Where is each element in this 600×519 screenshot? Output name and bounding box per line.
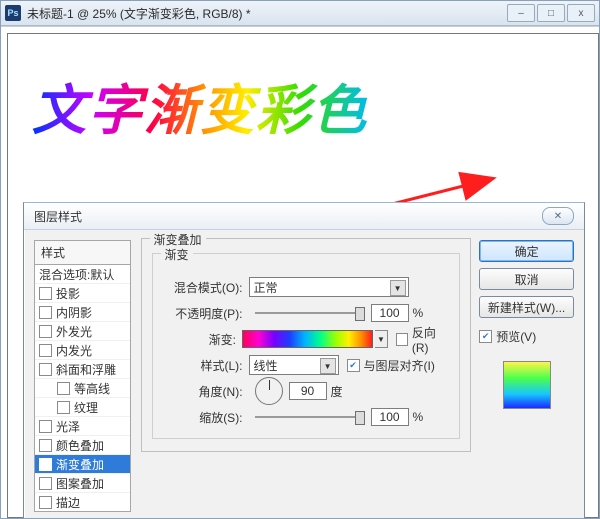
style-row-inner-shadow[interactable]: 内阴影 xyxy=(35,303,130,322)
chevron-down-icon: ▼ xyxy=(390,280,406,296)
style-checkbox-pattern-overlay[interactable] xyxy=(39,477,52,490)
opacity-unit: % xyxy=(413,306,424,320)
scale-label: 缩放(S): xyxy=(163,409,249,426)
angle-input[interactable]: 90 xyxy=(289,382,327,400)
style-row-inner-glow[interactable]: 内发光 xyxy=(35,341,130,360)
style-label: 渐变叠加 xyxy=(56,456,104,473)
inner-caption: 渐变 xyxy=(161,246,193,263)
styles-list: 混合选项:默认投影内阴影外发光内发光斜面和浮雕等高线纹理光泽颜色叠加 ✔ 渐变叠加图… xyxy=(34,264,131,512)
style-checkbox-contour[interactable] xyxy=(57,382,70,395)
angle-label: 角度(N): xyxy=(163,383,249,400)
style-label: 图案叠加 xyxy=(56,475,104,492)
style-label: 光泽 xyxy=(56,418,80,435)
style-label: 等高线 xyxy=(74,380,110,397)
align-checkbox[interactable]: ✔ xyxy=(347,359,360,372)
window-title: 未标题-1 @ 25% (文字渐变彩色, RGB/8) * xyxy=(27,5,507,22)
chevron-down-icon: ▼ xyxy=(320,358,336,374)
app-window: Ps 未标题-1 @ 25% (文字渐变彩色, RGB/8) * – □ x 文… xyxy=(0,0,600,519)
style-row-texture[interactable]: 纹理 xyxy=(35,398,130,417)
style-row-gradient-overlay[interactable]: ✔ 渐变叠加 xyxy=(35,455,130,474)
style-checkbox-texture[interactable] xyxy=(57,401,70,414)
gradient-overlay-group: 渐变叠加 渐变 混合模式(O): 正常 ▼ 不透 xyxy=(141,238,472,452)
style-row-satin[interactable]: 光泽 xyxy=(35,417,130,436)
style-label: 描边 xyxy=(56,494,80,511)
style-checkbox-color-overlay[interactable] xyxy=(39,439,52,452)
reverse-checkbox[interactable] xyxy=(396,333,408,346)
window-minimize-button[interactable]: – xyxy=(507,4,535,22)
angle-unit: 度 xyxy=(331,383,343,400)
style-select[interactable]: 线性 ▼ xyxy=(249,355,339,375)
style-checkbox-inner-shadow[interactable] xyxy=(39,306,52,319)
style-value: 线性 xyxy=(254,357,278,374)
ok-button[interactable]: 确定 xyxy=(479,240,574,262)
style-row-blend-defaults[interactable]: 混合选项:默认 xyxy=(35,265,130,284)
style-checkbox-inner-glow[interactable] xyxy=(39,344,52,357)
style-checkbox-satin[interactable] xyxy=(39,420,52,433)
window-titlebar: Ps 未标题-1 @ 25% (文字渐变彩色, RGB/8) * – □ x xyxy=(1,1,599,26)
style-row-drop-shadow[interactable]: 投影 xyxy=(35,284,130,303)
layer-style-dialog: 图层样式 ✕ 样式 混合选项:默认投影内阴影外发光内发光斜面和浮雕等高线纹理光泽… xyxy=(23,202,585,519)
window-close-button[interactable]: x xyxy=(567,4,595,22)
settings-panel: 渐变叠加 渐变 混合模式(O): 正常 ▼ 不透 xyxy=(137,230,480,519)
style-row-pattern-overlay[interactable]: 图案叠加 xyxy=(35,474,130,493)
document-canvas[interactable]: 文字渐变彩色 图层样式 ✕ 样式 混合选项:默认投影内阴影外发光内发光斜面和浮雕… xyxy=(1,26,599,518)
opacity-label: 不透明度(P): xyxy=(163,305,249,322)
blend-mode-value: 正常 xyxy=(254,279,278,296)
style-label: 内阴影 xyxy=(56,304,92,321)
preview-checkbox[interactable]: ✔ xyxy=(479,330,492,343)
style-label: 样式(L): xyxy=(163,357,249,374)
new-style-button[interactable]: 新建样式(W)... xyxy=(479,296,574,318)
style-checkbox-drop-shadow[interactable] xyxy=(39,287,52,300)
preview-label: 预览(V) xyxy=(496,328,536,345)
style-checkbox-stroke[interactable] xyxy=(39,496,52,509)
align-label: 与图层对齐(I) xyxy=(364,357,435,374)
blend-mode-label: 混合模式(O): xyxy=(163,279,249,296)
style-label: 斜面和浮雕 xyxy=(56,361,116,378)
style-label: 颜色叠加 xyxy=(56,437,104,454)
dialog-close-button[interactable]: ✕ xyxy=(542,207,574,225)
style-row-bevel[interactable]: 斜面和浮雕 xyxy=(35,360,130,379)
blend-mode-select[interactable]: 正常 ▼ xyxy=(249,277,409,297)
dialog-titlebar[interactable]: 图层样式 ✕ xyxy=(24,203,584,230)
style-label: 投影 xyxy=(56,285,80,302)
scale-slider[interactable] xyxy=(255,414,365,420)
gradient-picker[interactable] xyxy=(242,330,373,348)
style-checkbox-bevel[interactable] xyxy=(39,363,52,376)
gradient-label: 渐变: xyxy=(163,331,242,348)
style-row-contour[interactable]: 等高线 xyxy=(35,379,130,398)
styles-panel: 样式 混合选项:默认投影内阴影外发光内发光斜面和浮雕等高线纹理光泽颜色叠加 ✔ 渐变… xyxy=(24,230,137,519)
style-row-color-overlay[interactable]: 颜色叠加 xyxy=(35,436,130,455)
style-label: 内发光 xyxy=(56,342,92,359)
gradient-dropdown-button[interactable]: ▼ xyxy=(375,330,389,348)
style-row-stroke[interactable]: 描边 xyxy=(35,493,130,511)
style-checkbox-gradient-overlay[interactable]: ✔ xyxy=(39,458,52,471)
style-label: 纹理 xyxy=(74,399,98,416)
scale-unit: % xyxy=(413,410,424,424)
angle-dial[interactable] xyxy=(255,377,283,405)
dialog-buttons-panel: 确定 取消 新建样式(W)... ✔ 预览(V) xyxy=(479,230,584,519)
style-checkbox-outer-glow[interactable] xyxy=(39,325,52,338)
style-label: 混合选项:默认 xyxy=(39,266,114,283)
style-row-outer-glow[interactable]: 外发光 xyxy=(35,322,130,341)
art-text-layer: 文字渐变彩色 xyxy=(32,66,368,145)
gradient-preview-swatch xyxy=(503,361,551,409)
reverse-label: 反向(R) xyxy=(412,324,449,355)
cancel-button[interactable]: 取消 xyxy=(479,268,574,290)
gradient-inner-group: 渐变 混合模式(O): 正常 ▼ 不透明度(P): xyxy=(152,253,461,439)
opacity-input[interactable]: 100 xyxy=(371,304,409,322)
styles-header: 样式 xyxy=(34,240,131,264)
window-maximize-button[interactable]: □ xyxy=(537,4,565,22)
scale-input[interactable]: 100 xyxy=(371,408,409,426)
style-label: 外发光 xyxy=(56,323,92,340)
app-icon: Ps xyxy=(5,5,21,21)
dialog-title: 图层样式 xyxy=(34,208,542,225)
opacity-slider[interactable] xyxy=(255,310,365,316)
